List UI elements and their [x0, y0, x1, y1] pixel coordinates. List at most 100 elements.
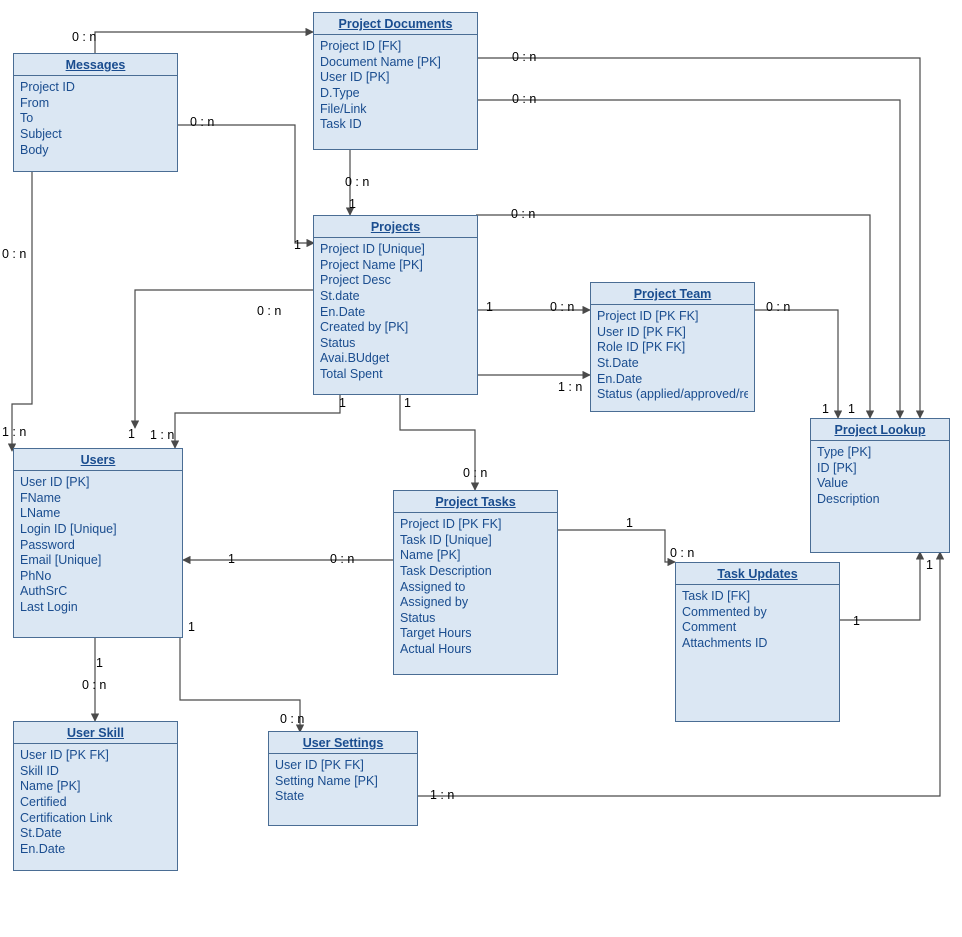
entity-title: Project Team — [591, 283, 754, 305]
attr: Value — [817, 476, 943, 492]
attr: From — [20, 96, 171, 112]
cardinality-label: 1 — [926, 558, 933, 572]
attr: Project ID [PK FK] — [597, 309, 748, 325]
attr: PhNo — [20, 569, 176, 585]
attr: Role ID [PK FK] — [597, 340, 748, 356]
entity-project-team: Project Team Project ID [PK FK] User ID … — [590, 282, 755, 412]
entity-body: Project ID [Unique] Project Name [PK] Pr… — [314, 238, 477, 389]
entity-title: Project Documents — [314, 13, 477, 35]
entity-title: Messages — [14, 54, 177, 76]
cardinality-label: 0 : n — [190, 115, 214, 129]
entity-body: User ID [PK FK] Setting Name [PK] State — [269, 754, 417, 811]
attr: En.Date — [20, 842, 171, 858]
cardinality-label: 1 : n — [2, 425, 26, 439]
attr: User ID [PK FK] — [275, 758, 411, 774]
entity-project-tasks: Project Tasks Project ID [PK FK] Task ID… — [393, 490, 558, 675]
attr: Project ID [Unique] — [320, 242, 471, 258]
attr: User ID [PK] — [20, 475, 176, 491]
entity-title: Projects — [314, 216, 477, 238]
cardinality-label: 1 — [626, 516, 633, 530]
attr: Document Name [PK] — [320, 55, 471, 71]
entity-user-skill: User Skill User ID [PK FK] Skill ID Name… — [13, 721, 178, 871]
attr: State — [275, 789, 411, 805]
cardinality-label: 1 — [128, 427, 135, 441]
entity-messages: Messages Project ID From To Subject Body — [13, 53, 178, 172]
cardinality-label: 1 — [853, 614, 860, 628]
entity-body: Project ID [PK FK] Task ID [Unique] Name… — [394, 513, 557, 664]
attr: En.Date — [320, 305, 471, 321]
cardinality-label: 0 : n — [511, 207, 535, 221]
attr: Password — [20, 538, 176, 554]
entity-body: User ID [PK] FName LName Login ID [Uniqu… — [14, 471, 182, 622]
attr: Body — [20, 143, 171, 159]
attr: Task ID [FK] — [682, 589, 833, 605]
attr: Name [PK] — [20, 779, 171, 795]
attr: Actual Hours — [400, 642, 551, 658]
entity-body: User ID [PK FK] Skill ID Name [PK] Certi… — [14, 744, 177, 863]
attr: Skill ID — [20, 764, 171, 780]
attr: Certified — [20, 795, 171, 811]
attr: Status (applied/approved/rej — [597, 387, 748, 403]
attr: User ID [PK FK] — [597, 325, 748, 341]
attr: Created by [PK] — [320, 320, 471, 336]
attr: To — [20, 111, 171, 127]
attr: St.date — [320, 289, 471, 305]
attr: Description — [817, 492, 943, 508]
cardinality-label: 0 : n — [330, 552, 354, 566]
attr: Total Spent — [320, 367, 471, 383]
attr: Certification Link — [20, 811, 171, 827]
attr: Assigned to — [400, 580, 551, 596]
entity-body: Project ID [FK] Document Name [PK] User … — [314, 35, 477, 139]
attr: Task ID [Unique] — [400, 533, 551, 549]
attr: Task ID — [320, 117, 471, 133]
entity-title: User Settings — [269, 732, 417, 754]
attr: Name [PK] — [400, 548, 551, 564]
entity-body: Type [PK] ID [PK] Value Description — [811, 441, 949, 514]
entity-body: Task ID [FK] Commented by Comment Attach… — [676, 585, 839, 658]
entity-title: User Skill — [14, 722, 177, 744]
entity-task-updates: Task Updates Task ID [FK] Commented by C… — [675, 562, 840, 722]
attr: Setting Name [PK] — [275, 774, 411, 790]
attr: Email [Unique] — [20, 553, 176, 569]
cardinality-label: 0 : n — [550, 300, 574, 314]
cardinality-label: 0 : n — [512, 92, 536, 106]
cardinality-label: 1 — [486, 300, 493, 314]
entity-projects: Projects Project ID [Unique] Project Nam… — [313, 215, 478, 395]
attr: File/Link — [320, 102, 471, 118]
cardinality-label: 1 : n — [430, 788, 454, 802]
er-diagram: Messages Project ID From To Subject Body… — [0, 0, 962, 937]
attr: LName — [20, 506, 176, 522]
entity-body: Project ID From To Subject Body — [14, 76, 177, 164]
entity-users: Users User ID [PK] FName LName Login ID … — [13, 448, 183, 638]
cardinality-label: 1 — [294, 238, 301, 252]
attr: Project Desc — [320, 273, 471, 289]
cardinality-label: 1 — [848, 402, 855, 416]
cardinality-label: 1 — [822, 402, 829, 416]
entity-title: Project Lookup — [811, 419, 949, 441]
cardinality-label: 1 : n — [558, 380, 582, 394]
attr: Attachments ID — [682, 636, 833, 652]
attr: Comment — [682, 620, 833, 636]
attr: St.Date — [597, 356, 748, 372]
entity-title: Users — [14, 449, 182, 471]
cardinality-label: 1 : n — [150, 428, 174, 442]
entity-title: Project Tasks — [394, 491, 557, 513]
attr: AuthSrC — [20, 584, 176, 600]
cardinality-label: 0 : n — [280, 712, 304, 726]
attr: User ID [PK FK] — [20, 748, 171, 764]
cardinality-label: 1 — [349, 197, 356, 211]
cardinality-label: 1 — [404, 396, 411, 410]
attr: Target Hours — [400, 626, 551, 642]
attr: Avai.BUdget — [320, 351, 471, 367]
entity-user-settings: User Settings User ID [PK FK] Setting Na… — [268, 731, 418, 826]
cardinality-label: 1 — [96, 656, 103, 670]
attr: Status — [320, 336, 471, 352]
entity-title: Task Updates — [676, 563, 839, 585]
cardinality-label: 0 : n — [463, 466, 487, 480]
attr: ID [PK] — [817, 461, 943, 477]
attr: Project ID — [20, 80, 171, 96]
attr: Subject — [20, 127, 171, 143]
entity-project-documents: Project Documents Project ID [FK] Docume… — [313, 12, 478, 150]
cardinality-label: 0 : n — [72, 30, 96, 44]
cardinality-label: 0 : n — [2, 247, 26, 261]
